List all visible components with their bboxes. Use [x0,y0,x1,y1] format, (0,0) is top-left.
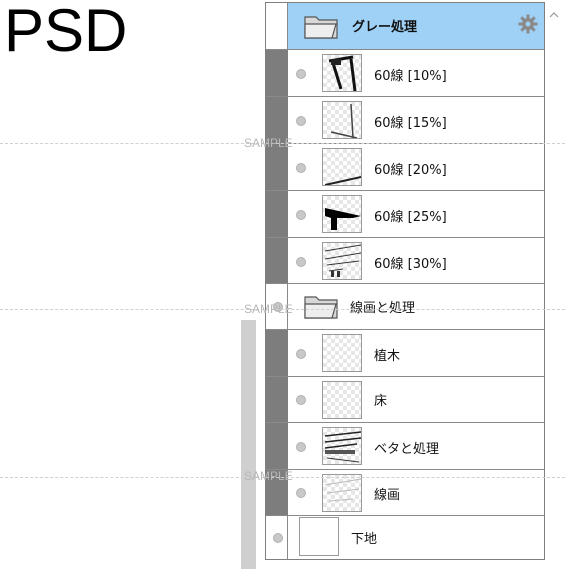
visibility-dot[interactable] [296,488,306,498]
layer-name: 60線 [10%] [374,69,447,84]
layer-row[interactable]: 60線 [10%] [266,50,544,97]
watermark: SAMPLE [244,136,293,150]
layer-thumbnail [322,54,362,92]
group-indent-bar [266,191,288,237]
visibility-dot[interactable] [296,163,306,173]
visibility-dot[interactable] [296,257,306,267]
layer-group-gray-processing[interactable]: グレー処理 [266,3,544,50]
layer-name: 下地 [351,532,378,547]
canvas-scrollbar-thumb[interactable] [241,320,256,569]
group-indent-bar [266,50,288,96]
layer-thumbnail [322,474,362,512]
layer-name: 床 [374,394,388,409]
visibility-toggle[interactable] [266,3,288,49]
layer-thumbnail [322,195,362,233]
scroll-up-arrow-icon[interactable] [549,10,559,20]
layer-thumbnail [322,148,362,186]
watermark: SAMPLE [244,302,293,316]
layer-row-base[interactable]: 下地 [266,516,544,559]
layer-row[interactable]: 60線 [30%] [266,238,544,284]
layer-row[interactable]: 60線 [20%] [266,144,544,191]
group-indent-bar [266,238,288,283]
layer-row[interactable]: 60線 [25%] [266,191,544,238]
visibility-dot[interactable] [296,69,306,79]
layer-name: 60線 [15%] [374,116,447,131]
layer-name: ベタと処理 [374,442,440,457]
visibility-dot[interactable] [296,395,306,405]
page-title: PSD [4,0,128,64]
visibility-dot[interactable] [296,442,306,452]
layer-name: 線画 [374,488,401,503]
layer-thumbnail [299,517,339,556]
group-indent-bar [266,144,288,190]
visibility-dot[interactable] [296,210,306,220]
visibility-dot[interactable] [296,116,306,126]
group-name: 線画と処理 [350,301,416,316]
layer-row[interactable]: ベタと処理 [266,423,544,470]
layer-thumbnail [322,242,362,280]
layer-row[interactable]: 植木 [266,330,544,377]
group-indent-bar [266,377,288,422]
visibility-dot[interactable] [296,349,306,359]
layer-row[interactable]: 床 [266,377,544,423]
layer-name: 60線 [20%] [374,163,447,178]
watermark: SAMPLE [244,469,293,483]
layer-name: 植木 [374,349,401,364]
layer-name: 60線 [25%] [374,210,447,225]
gear-icon[interactable] [518,14,538,34]
layer-thumbnail [322,427,362,465]
group-indent-bar [266,330,288,376]
layer-thumbnail [322,334,362,372]
layer-row[interactable]: 60線 [15%] [266,97,544,144]
folder-icon [304,296,338,319]
visibility-dot[interactable] [273,533,283,543]
layer-group-lineart[interactable]: 線画と処理 [266,284,544,330]
group-name: グレー処理 [352,20,418,35]
folder-icon [304,16,338,39]
layer-name: 60線 [30%] [374,257,447,272]
group-indent-bar [266,423,288,469]
layer-thumbnail [322,381,362,419]
layer-thumbnail [322,101,362,139]
